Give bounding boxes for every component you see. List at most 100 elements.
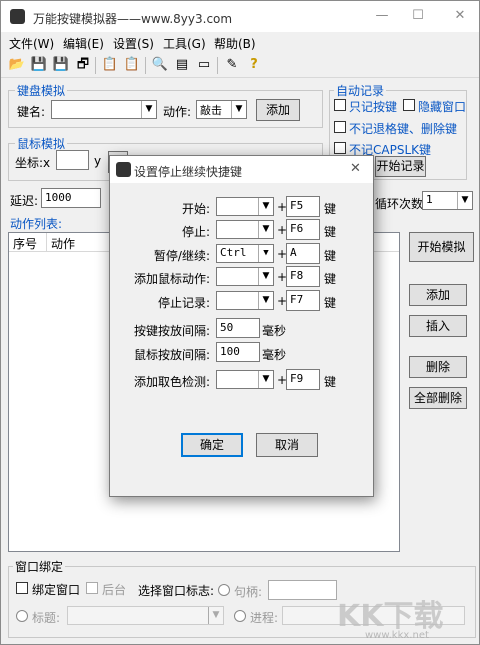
action-list-label: 动作列表:	[10, 217, 63, 231]
delay-label: 延迟:	[10, 194, 39, 208]
action-label: 动作:	[163, 105, 192, 119]
start-key-input[interactable]: F5	[286, 196, 320, 217]
only-keys-checkbox[interactable]	[334, 99, 346, 111]
close-button[interactable]: ✕	[445, 5, 475, 27]
color-detect-hotkey-label: 添加取色检测:	[133, 375, 210, 389]
cancel-button[interactable]: 取消	[256, 433, 318, 457]
start-hotkey-label: 开始:	[181, 202, 210, 216]
coord-x-input[interactable]	[56, 150, 89, 170]
pause-key-input[interactable]: A	[286, 243, 320, 264]
menu-file[interactable]: 文件(W)	[9, 35, 54, 52]
bind-window-checkbox[interactable]	[16, 582, 28, 594]
preview-icon[interactable]: 🔍	[151, 56, 169, 74]
list-add-button[interactable]: 添加	[409, 284, 467, 306]
list-delete-button[interactable]: 删除	[409, 356, 467, 378]
start-simulation-button[interactable]: 开始模拟	[409, 232, 474, 262]
hotkey-dialog: 设置停止继续快捷键 ✕ 开始: ▼ + F5 键 停止: ▼ + F6 键 暂停…	[109, 155, 374, 497]
ok-button[interactable]: 确定	[181, 433, 243, 457]
chevron-down-icon: ▼	[258, 371, 273, 388]
window-bind-group-title: 窗口绑定	[13, 558, 66, 575]
watermark-logo: KK下载	[337, 599, 444, 634]
save-as-icon[interactable]: 💾	[52, 56, 70, 74]
background-label: 后台	[102, 583, 127, 597]
list-delete-all-button[interactable]: 全部删除	[409, 387, 467, 409]
color-detect-key-unit: 键	[324, 375, 337, 389]
loop-label: 循环次数:	[375, 197, 428, 211]
stop-record-key-input[interactable]: F7	[286, 290, 320, 311]
skip-backspace-checkbox[interactable]	[334, 121, 346, 133]
stop-record-hotkey-label: 停止记录:	[157, 296, 210, 310]
start-modifier-select[interactable]: ▼	[216, 197, 274, 216]
start-record-button[interactable]: 开始记录	[375, 156, 426, 177]
column-header-index[interactable]: 序号	[9, 233, 47, 252]
wizard-icon[interactable]: ✎	[223, 56, 241, 74]
stop-key-input[interactable]: F6	[286, 219, 320, 240]
dialog-icon	[116, 162, 131, 177]
key-interval-label: 按键按放间隔:	[133, 324, 210, 338]
menu-help[interactable]: 帮助(B)	[214, 35, 256, 52]
handle-radio[interactable]	[218, 584, 230, 596]
window-icon[interactable]: ▭	[195, 56, 213, 74]
add-mouse-key-input[interactable]: F8	[286, 266, 320, 287]
copy-icon[interactable]: 📋	[101, 56, 119, 74]
list-insert-button[interactable]: 插入	[409, 315, 467, 337]
loop-select[interactable]: 1 ▼	[422, 191, 473, 210]
pause-modifier-select[interactable]: Ctrl ▼	[216, 244, 274, 263]
pause-hotkey-label: 暂停/继续:	[153, 249, 210, 263]
menu-edit[interactable]: 编辑(E)	[63, 35, 104, 52]
window-title: 万能按键模拟器——www.8yy3.com	[33, 12, 233, 26]
menu-settings[interactable]: 设置(S)	[113, 35, 154, 52]
add-mouse-key-unit: 键	[324, 272, 337, 286]
chevron-down-icon: ▼	[258, 198, 273, 215]
minimize-button[interactable]: —	[367, 5, 397, 27]
stop-key-unit: 键	[324, 225, 337, 239]
maximize-button[interactable]: ☐	[403, 5, 433, 27]
paste-icon[interactable]: 📋	[123, 56, 141, 74]
chevron-down-icon: ▼	[258, 268, 273, 285]
background-checkbox[interactable]	[86, 582, 98, 594]
process-radio[interactable]	[234, 610, 246, 622]
skip-capslock-checkbox[interactable]	[334, 142, 346, 154]
chevron-down-icon: ▼	[231, 101, 246, 118]
chevron-down-icon: ▼	[258, 245, 273, 262]
select-window-flag-label: 选择窗口标志:	[138, 584, 215, 598]
handle-input[interactable]	[268, 580, 337, 600]
dialog-close-button[interactable]: ✕	[350, 161, 361, 176]
color-detect-modifier-select[interactable]: ▼	[216, 370, 274, 389]
help-icon[interactable]: ?	[245, 56, 263, 74]
keyboard-group-title: 键盘模拟	[15, 82, 68, 99]
properties-icon[interactable]: 🗗	[74, 56, 92, 74]
save-icon[interactable]: 💾	[30, 56, 48, 74]
toolbar: 📂 💾 💾 🗗 📋 📋 🔍 ▤ ▭ ✎ ?	[1, 52, 479, 78]
skip-backspace-label: 不记退格键、删除键	[349, 122, 458, 136]
stop-record-key-unit: 键	[324, 296, 337, 310]
color-detect-key-input[interactable]: F9	[286, 369, 320, 390]
action-select[interactable]: 敲击 ▼	[196, 100, 247, 119]
watermark-url: www.kkx.net	[365, 630, 429, 641]
layout-icon[interactable]: ▤	[173, 56, 191, 74]
stop-hotkey-label: 停止:	[181, 225, 210, 239]
coord-y-label: y	[94, 154, 102, 168]
title-bar: 万能按键模拟器——www.8yy3.com — ☐ ✕	[1, 1, 479, 32]
stop-modifier-select[interactable]: ▼	[216, 220, 274, 239]
dialog-title: 设置停止继续快捷键	[134, 165, 243, 179]
chevron-down-icon: ▼	[457, 192, 472, 209]
open-icon[interactable]: 📂	[8, 56, 26, 74]
coord-x-label: 坐标:x	[15, 156, 51, 170]
hide-window-label: 隐藏窗口	[418, 100, 467, 114]
title-radio[interactable]	[16, 610, 28, 622]
start-key-unit: 键	[324, 202, 337, 216]
key-name-select[interactable]: ▼	[51, 100, 157, 119]
add-mouse-hotkey-label: 添加鼠标动作:	[133, 272, 210, 286]
key-name-label: 键名:	[17, 105, 46, 119]
hide-window-checkbox[interactable]	[403, 99, 415, 111]
chevron-down-icon: ▼	[208, 607, 223, 624]
title-select[interactable]: ▼	[67, 606, 224, 625]
key-interval-input[interactable]: 50	[216, 318, 260, 338]
keyboard-add-button[interactable]: 添加	[256, 99, 300, 121]
menu-tools[interactable]: 工具(G)	[163, 35, 206, 52]
dialog-title-bar: 设置停止继续快捷键 ✕	[110, 156, 373, 183]
add-mouse-modifier-select[interactable]: ▼	[216, 267, 274, 286]
stop-record-modifier-select[interactable]: ▼	[216, 291, 274, 310]
mouse-interval-input[interactable]: 100	[216, 342, 260, 362]
